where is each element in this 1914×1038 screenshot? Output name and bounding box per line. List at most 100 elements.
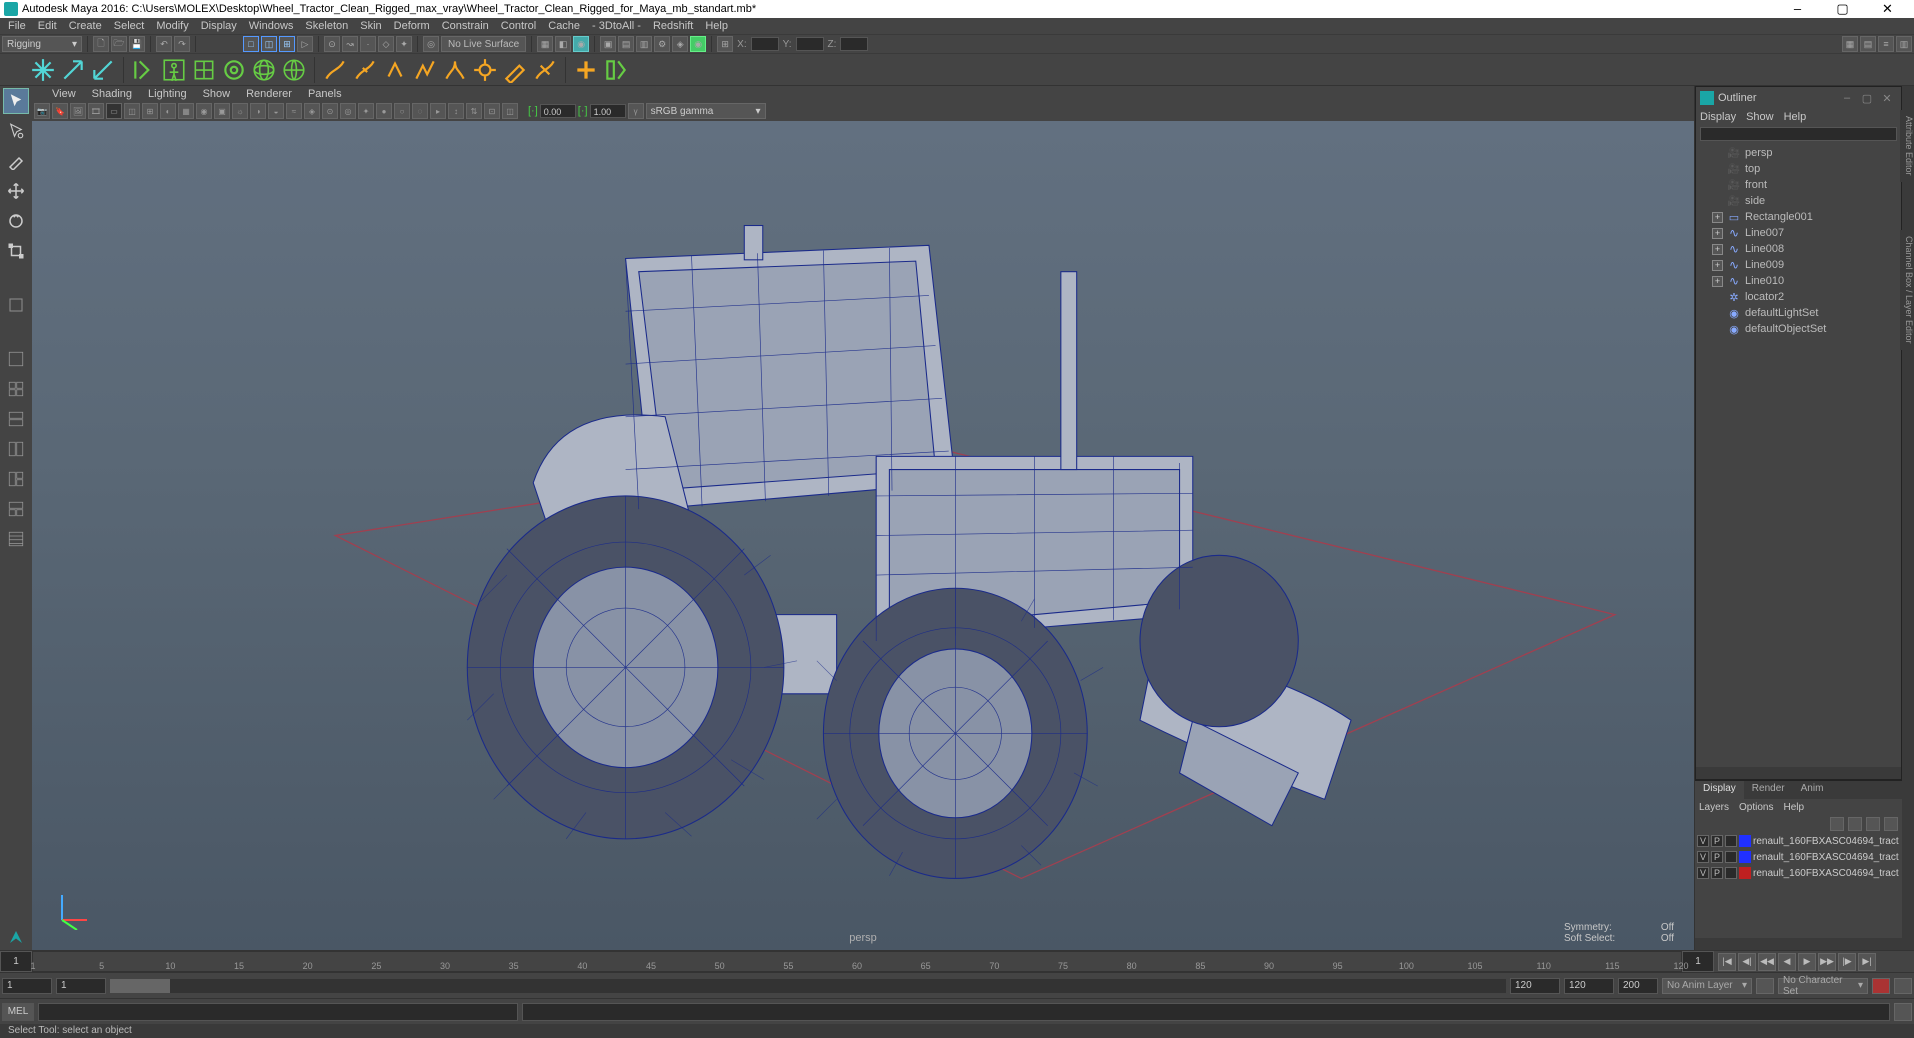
sidebar-toggle-4-icon[interactable]: ▥ (1896, 36, 1912, 52)
undo-icon[interactable]: ↶ (156, 36, 172, 52)
pt-iso-icon[interactable]: ⊙ (322, 103, 338, 119)
pt-gate2-icon[interactable]: ◫ (502, 103, 518, 119)
menu-file[interactable]: File (2, 20, 32, 32)
layer-row[interactable]: VPrenault_160FBXASC04694_tract (1695, 849, 1902, 865)
ipr-render-icon[interactable]: ▤ (618, 36, 634, 52)
command-input[interactable] (38, 1003, 518, 1021)
step-back-key-button[interactable]: ◀| (1738, 953, 1756, 971)
shelf-asterisk-icon[interactable] (30, 57, 56, 83)
step-back-button[interactable]: ◀◀ (1758, 953, 1776, 971)
gamma-dropdown[interactable]: sRGB gamma▾ (646, 103, 766, 119)
menu-display[interactable]: Display (195, 20, 243, 32)
construction-history-icon[interactable]: ▦ (537, 36, 553, 52)
snap-point-icon[interactable]: · (360, 36, 376, 52)
anim-layer-dropdown[interactable]: No Anim Layer▾ (1662, 978, 1752, 994)
play-fwd-button[interactable]: ▶ (1798, 953, 1816, 971)
shelf-weights-icon[interactable] (382, 57, 408, 83)
range-start-outer[interactable]: 1 (2, 978, 52, 994)
outliner-item[interactable]: +Rectangle001 (1696, 209, 1901, 225)
outliner-item[interactable]: side (1696, 193, 1901, 209)
outliner-max-button[interactable]: ▢ (1857, 92, 1877, 105)
script-editor-icon[interactable] (1894, 1003, 1912, 1021)
current-frame-start[interactable]: 1 (0, 951, 32, 972)
layer-color-swatch[interactable] (1739, 867, 1751, 879)
attribute-editor-tab[interactable]: Attribute Editor (1900, 110, 1914, 182)
maximize-button[interactable]: ▢ (1820, 0, 1865, 18)
pt-grid-icon[interactable]: ⊞ (142, 103, 158, 119)
maya-logo-icon[interactable] (3, 924, 29, 950)
layout-3a-icon[interactable] (3, 466, 29, 492)
menu-control[interactable]: Control (495, 20, 542, 32)
right-scroll[interactable] (1902, 86, 1914, 950)
outliner-tree[interactable]: persptopfrontside+Rectangle001+Line007+L… (1696, 143, 1901, 767)
layer-btn-1-icon[interactable] (1830, 817, 1844, 831)
pt-film-icon[interactable]: 🎞 (88, 103, 104, 119)
outliner-item[interactable]: +Line007 (1696, 225, 1901, 241)
range-fps[interactable]: 200 (1618, 978, 1658, 994)
panel-menu-view[interactable]: View (44, 88, 84, 100)
outliner-item[interactable]: defaultLightSet (1696, 305, 1901, 321)
menu-deform[interactable]: Deform (388, 20, 436, 32)
shelf-arrow1-icon[interactable] (60, 57, 86, 83)
menu-cache[interactable]: Cache (542, 20, 586, 32)
shelf-mirror-icon[interactable] (442, 57, 468, 83)
move-tool[interactable] (3, 178, 29, 204)
viewport[interactable]: persp Symmetry:Off Soft Select:Off (32, 121, 1694, 950)
expand-icon[interactable]: + (1712, 212, 1723, 223)
lasso-tool[interactable] (3, 118, 29, 144)
shelf-add-icon[interactable] (573, 57, 599, 83)
pt-xray-icon[interactable]: ◎ (340, 103, 356, 119)
anim-layer-btn-icon[interactable] (1756, 978, 1774, 994)
far-clip-input[interactable]: 1.00 (590, 104, 626, 118)
layer-play-toggle[interactable]: P (1711, 851, 1723, 863)
select-icon[interactable]: ▷ (297, 36, 313, 52)
shelf-arrow2-icon[interactable] (90, 57, 116, 83)
open-scene-icon[interactable]: 🗁 (111, 36, 127, 52)
outliner-item[interactable]: defaultObjectSet (1696, 321, 1901, 337)
step-fwd-key-button[interactable]: |▶ (1838, 953, 1856, 971)
snap-grid-icon[interactable]: ⊙ (324, 36, 340, 52)
range-end-inner[interactable]: 120 (1510, 978, 1560, 994)
layer-blank-toggle[interactable] (1725, 835, 1737, 847)
shelf-brush-icon[interactable] (502, 57, 528, 83)
sidebar-toggle-2-icon[interactable]: ▤ (1860, 36, 1876, 52)
play-back-button[interactable]: ◀ (1778, 953, 1796, 971)
menu-windows[interactable]: Windows (243, 20, 300, 32)
save-scene-icon[interactable]: 💾 (129, 36, 145, 52)
expand-icon[interactable]: + (1712, 244, 1723, 255)
pt-bookmark-icon[interactable]: 🔖 (52, 103, 68, 119)
range-end-outer[interactable]: 120 (1564, 978, 1614, 994)
softselect-value[interactable]: Off (1661, 933, 1674, 944)
char-set-dropdown[interactable]: No Character Set▾ (1778, 978, 1868, 994)
pt-wire-icon[interactable]: ▦ (178, 103, 194, 119)
pt-smooth-icon[interactable]: ◉ (196, 103, 212, 119)
sidebar-toggle-3-icon[interactable]: ≡ (1878, 36, 1894, 52)
go-start-button[interactable]: |◀ (1718, 953, 1736, 971)
menu-help[interactable]: Help (699, 20, 734, 32)
menu-skin[interactable]: Skin (354, 20, 387, 32)
menu-redshift[interactable]: Redshift (647, 20, 699, 32)
shelf-bind1-icon[interactable] (322, 57, 348, 83)
layer-vis-toggle[interactable]: V (1697, 851, 1709, 863)
outliner-item[interactable]: front (1696, 177, 1901, 193)
outliner-hscroll[interactable] (1696, 767, 1901, 779)
outliner-item[interactable]: top (1696, 161, 1901, 177)
layout-single-icon[interactable] (3, 346, 29, 372)
panel-menu-shading[interactable]: Shading (84, 88, 140, 100)
shelf-bind2-icon[interactable] (352, 57, 378, 83)
no-live-surface-button[interactable]: No Live Surface (441, 36, 526, 52)
last-tool[interactable] (3, 292, 29, 318)
layout-four-icon[interactable] (3, 376, 29, 402)
select-by-hierarchy-icon[interactable]: □ (243, 36, 259, 52)
shelf-sphere-icon[interactable] (251, 57, 277, 83)
go-end-button[interactable]: ▶| (1858, 953, 1876, 971)
shelf-paint-icon[interactable] (412, 57, 438, 83)
light-icon[interactable]: ◉ (690, 36, 706, 52)
layer-play-toggle[interactable]: P (1711, 867, 1723, 879)
shelf-end-icon[interactable] (603, 57, 629, 83)
shelf-globe-icon[interactable] (281, 57, 307, 83)
z-input[interactable] (840, 37, 868, 51)
layer-color-swatch[interactable] (1739, 851, 1751, 863)
highlight-icon[interactable]: ◉ (573, 36, 589, 52)
isolate-icon[interactable]: ◧ (555, 36, 571, 52)
